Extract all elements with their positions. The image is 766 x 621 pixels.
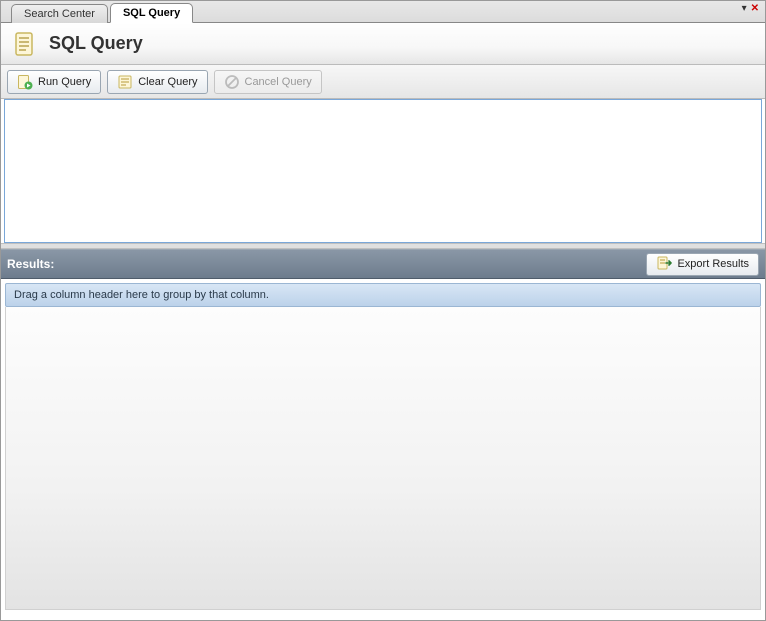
tab-sql-query[interactable]: SQL Query	[110, 3, 193, 23]
play-icon	[17, 74, 33, 90]
tab-strip: Search Center SQL Query ▾ ✕	[1, 1, 765, 23]
export-results-button[interactable]: Export Results	[646, 253, 759, 276]
header-banner: SQL Query	[1, 23, 765, 65]
query-editor-container	[4, 99, 762, 243]
clear-query-button[interactable]: Clear Query	[107, 70, 207, 94]
button-label: Clear Query	[138, 76, 197, 88]
run-query-button[interactable]: Run Query	[7, 70, 101, 94]
export-icon	[656, 255, 672, 274]
group-by-bar[interactable]: Drag a column header here to group by th…	[5, 283, 761, 307]
tab-label: Search Center	[24, 8, 95, 20]
tab-menu-icon[interactable]: ▾	[742, 3, 747, 14]
page-title: SQL Query	[49, 33, 143, 54]
tab-label: SQL Query	[123, 7, 180, 19]
sql-document-icon	[11, 30, 39, 58]
button-label: Run Query	[38, 76, 91, 88]
tab-controls: ▾ ✕	[742, 3, 759, 14]
group-by-hint: Drag a column header here to group by th…	[14, 289, 269, 301]
results-label: Results:	[7, 257, 54, 271]
clear-icon	[117, 74, 133, 90]
toolbar: Run Query Clear Query Cancel Query	[1, 65, 765, 99]
cancel-icon	[224, 74, 240, 90]
close-icon[interactable]: ✕	[751, 4, 759, 14]
query-input[interactable]	[5, 100, 761, 242]
results-header: Results: Export Results	[1, 249, 765, 279]
cancel-query-button: Cancel Query	[214, 70, 322, 94]
button-label: Export Results	[677, 258, 749, 270]
results-grid	[5, 307, 761, 610]
button-label: Cancel Query	[245, 76, 312, 88]
tab-search-center[interactable]: Search Center	[11, 4, 108, 23]
